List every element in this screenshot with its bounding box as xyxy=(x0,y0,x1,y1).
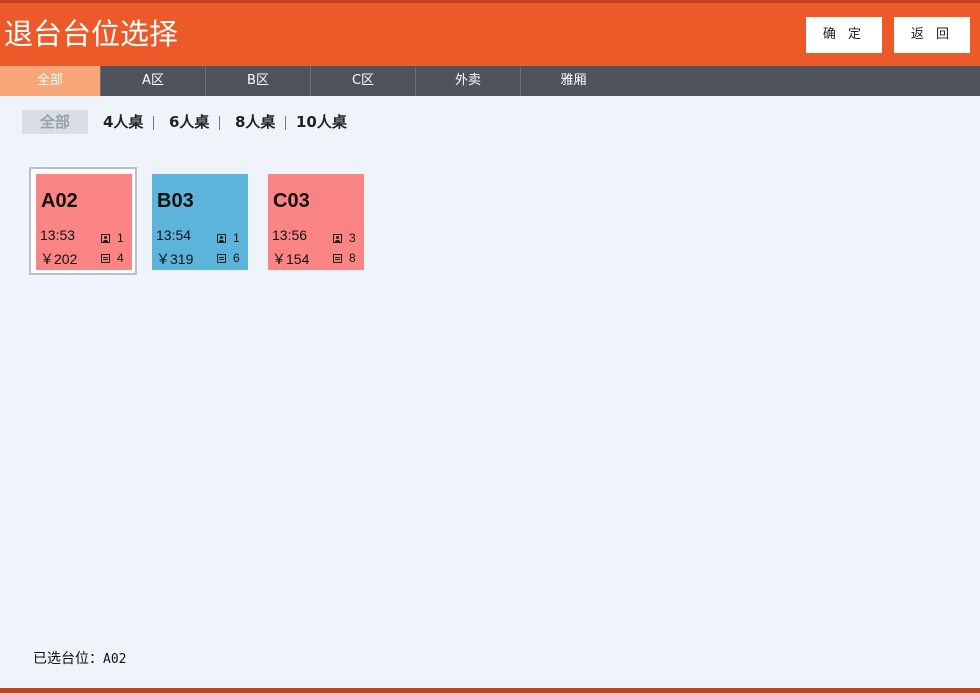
person-icon xyxy=(333,234,342,243)
seat-icon xyxy=(101,254,110,263)
guest-count: 3 xyxy=(349,231,356,245)
table-amount: ￥202 xyxy=(40,251,78,267)
table-card-b03[interactable]: B03 13:54 ￥319 1 6 xyxy=(152,174,248,270)
area-tab-bar: 全部 A区 B区 C区 外卖 雅厢 xyxy=(0,66,980,96)
filter-divider xyxy=(219,116,220,130)
selected-table-status: 已选台位：A02 xyxy=(33,648,126,668)
seat-count: 4 xyxy=(117,251,124,265)
guest-count: 1 xyxy=(233,231,240,245)
filter-all[interactable]: 全部 xyxy=(22,110,88,134)
status-value: A02 xyxy=(103,652,127,667)
tab-takeout[interactable]: 外卖 xyxy=(416,66,521,96)
person-icon xyxy=(101,234,110,243)
filter-6-seat[interactable]: 6人桌 xyxy=(169,110,209,134)
table-card-c03[interactable]: C03 13:56 ￥154 3 8 xyxy=(268,174,364,270)
tab-private-room[interactable]: 雅厢 xyxy=(521,66,626,96)
table-name: B03 xyxy=(157,190,194,212)
seat-icon xyxy=(217,254,226,263)
tab-all[interactable]: 全部 xyxy=(0,66,101,96)
table-card-a02[interactable]: A02 13:53 ￥202 1 4 xyxy=(36,174,132,270)
seat-count: 8 xyxy=(349,251,356,265)
filter-10-seat[interactable]: 10人桌 xyxy=(296,110,347,134)
filter-8-seat[interactable]: 8人桌 xyxy=(235,110,275,134)
table-amount: ￥319 xyxy=(156,251,194,267)
back-button[interactable]: 返 回 xyxy=(894,17,970,53)
table-amount: ￥154 xyxy=(272,251,310,267)
filter-4-seat[interactable]: 4人桌 xyxy=(103,110,143,134)
guest-count: 1 xyxy=(117,231,124,245)
seat-icon xyxy=(333,254,342,263)
table-open-time: 13:54 xyxy=(156,227,192,243)
seat-count: 6 xyxy=(233,251,240,265)
filter-divider xyxy=(285,116,286,130)
table-name: A02 xyxy=(41,190,78,212)
filter-divider xyxy=(153,116,154,130)
tab-area-c[interactable]: C区 xyxy=(311,66,416,96)
confirm-button[interactable]: 确 定 xyxy=(806,17,882,53)
table-open-time: 13:56 xyxy=(272,227,308,243)
person-icon xyxy=(217,234,226,243)
header-bar: 退台台位选择 确 定 返 回 xyxy=(0,3,980,66)
page-title: 退台台位选择 xyxy=(4,17,179,51)
tab-area-a[interactable]: A区 xyxy=(101,66,206,96)
bottom-accent-line xyxy=(0,688,980,693)
tab-area-b[interactable]: B区 xyxy=(206,66,311,96)
table-name: C03 xyxy=(273,190,310,212)
table-open-time: 13:53 xyxy=(40,227,76,243)
status-label: 已选台位： xyxy=(33,651,103,667)
